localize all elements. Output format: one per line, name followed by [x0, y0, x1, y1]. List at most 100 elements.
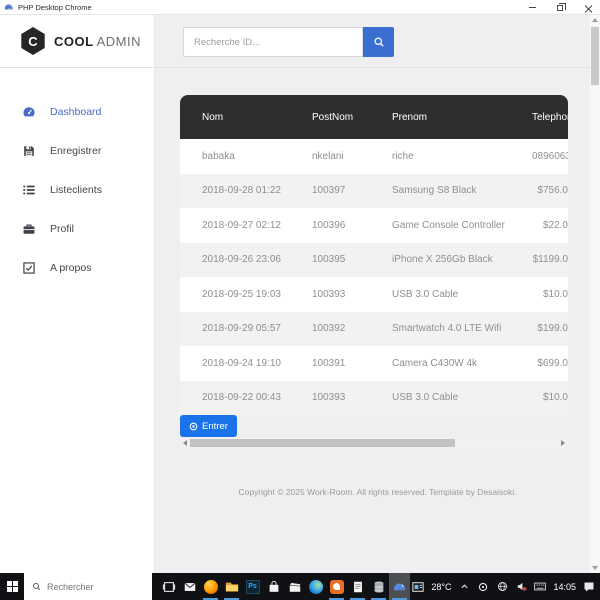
- globe-icon[interactable]: [496, 581, 508, 593]
- cell-telephone: $756.0: [532, 185, 568, 196]
- cell-nom: 2018-09-29 05:57: [180, 323, 312, 334]
- check-square-icon: [22, 261, 36, 275]
- scroll-down-icon[interactable]: [592, 566, 598, 570]
- mail-icon[interactable]: [179, 573, 200, 600]
- cell-nom: babaka: [180, 151, 312, 162]
- task-view-icon[interactable]: [158, 573, 179, 600]
- sidebar-item-label: Enregistrer: [50, 145, 101, 157]
- target-circle-icon: [189, 422, 198, 431]
- brand-logo: C COOLADMIN: [0, 15, 154, 68]
- search-input[interactable]: [183, 27, 363, 57]
- action-center-icon[interactable]: [583, 581, 595, 593]
- sidebar-item-apropos[interactable]: A propos: [0, 248, 154, 287]
- brand-hexagon-icon: C: [20, 27, 46, 55]
- vertical-scrollbar[interactable]: [590, 15, 600, 573]
- search-button[interactable]: [363, 27, 394, 57]
- clock-readout[interactable]: 14:05: [553, 582, 576, 592]
- sidebar-item-label: Dashboard: [50, 106, 101, 118]
- cell-postnom: 100393: [312, 392, 392, 403]
- status-dot-icon[interactable]: [477, 581, 489, 593]
- photoshop-icon[interactable]: Ps: [242, 573, 263, 600]
- table-row: 2018-09-28 01:22 100397 Samsung S8 Black…: [180, 174, 568, 209]
- xampp-icon[interactable]: [326, 573, 347, 600]
- table-row: 2018-09-29 05:57 100392 Smartwatch 4.0 L…: [180, 312, 568, 347]
- sidebar-item-enregistrer[interactable]: Enregistrer: [0, 131, 154, 170]
- cell-postnom: nkelani: [312, 151, 392, 162]
- window-titlebar: PHP Desktop Chrome: [0, 0, 600, 15]
- windows-taskbar: Ps 28°C: [0, 573, 600, 600]
- cell-nom: 2018-09-26 23:06: [180, 254, 312, 265]
- cell-telephone: $10.0: [532, 289, 568, 300]
- cell-postnom: 100393: [312, 289, 392, 300]
- cell-telephone: $1199.0: [532, 254, 568, 265]
- cell-prenom: riche: [392, 151, 532, 162]
- table-row: babaka nkelani riche 089606334: [180, 139, 568, 174]
- taskbar-search-input[interactable]: [47, 582, 137, 592]
- sidebar-item-profil[interactable]: Profil: [0, 209, 154, 248]
- cell-prenom: USB 3.0 Cable: [392, 392, 532, 403]
- database-icon[interactable]: [368, 573, 389, 600]
- enter-button[interactable]: Entrer: [180, 415, 237, 437]
- footer-copyright: Copyright © 2025 Work-Room. All rights r…: [155, 487, 600, 497]
- cell-postnom: 100392: [312, 323, 392, 334]
- horizontal-scroll-thumb[interactable]: [190, 439, 455, 447]
- scroll-right-icon[interactable]: [558, 438, 568, 448]
- cell-nom: 2018-09-24 19:10: [180, 358, 312, 369]
- firefox-icon[interactable]: [200, 573, 221, 600]
- chevron-up-icon[interactable]: [458, 581, 470, 593]
- table-row: 2018-09-25 19:03 100393 USB 3.0 Cable $1…: [180, 277, 568, 312]
- brand-name: COOLADMIN: [54, 34, 141, 49]
- tachometer-icon: [22, 105, 36, 119]
- minimize-icon[interactable]: [526, 2, 538, 14]
- store-icon[interactable]: [263, 573, 284, 600]
- column-header-postnom: PostNom: [312, 112, 392, 123]
- table-row: 2018-09-24 19:10 100391 Camera C430W 4k …: [180, 346, 568, 381]
- enter-button-label: Entrer: [202, 421, 228, 432]
- video-app-icon[interactable]: [284, 573, 305, 600]
- briefcase-icon: [22, 222, 36, 236]
- start-button[interactable]: [0, 573, 24, 600]
- php-elephant-icon: [4, 2, 14, 12]
- cell-postnom: 100396: [312, 220, 392, 231]
- edge-icon[interactable]: [305, 573, 326, 600]
- horizontal-scroll-track[interactable]: [190, 438, 558, 448]
- vertical-scroll-thumb[interactable]: [591, 27, 599, 85]
- temperature-readout[interactable]: 28°C: [431, 582, 451, 592]
- close-icon[interactable]: [582, 2, 594, 14]
- horizontal-scrollbar[interactable]: [180, 438, 568, 448]
- cell-telephone: $10.0: [532, 392, 568, 403]
- window-controls: [526, 0, 594, 15]
- file-explorer-icon[interactable]: [221, 573, 242, 600]
- clients-table: Nom PostNom Prenom Telephon babaka nkela…: [180, 95, 568, 415]
- cell-postnom: 100397: [312, 185, 392, 196]
- scroll-left-icon[interactable]: [180, 438, 190, 448]
- sidebar-item-label: Listeclients: [50, 184, 102, 196]
- keyboard-icon[interactable]: [534, 581, 546, 593]
- sidebar-nav: Dashboard Enregistrer: [0, 68, 154, 287]
- speaker-muted-icon[interactable]: [515, 581, 527, 593]
- cell-telephone: $199.0: [532, 323, 568, 334]
- maximize-icon[interactable]: [554, 2, 566, 14]
- text-editor-icon[interactable]: [347, 573, 368, 600]
- search-icon: [32, 582, 41, 591]
- table-row: 2018-09-27 02:12 100396 Game Console Con…: [180, 208, 568, 243]
- table-row: 2018-09-26 23:06 100395 iPhone X 256Gb B…: [180, 243, 568, 278]
- cell-nom: 2018-09-28 01:22: [180, 185, 312, 196]
- list-icon: [22, 183, 36, 197]
- table-header-row: Nom PostNom Prenom Telephon: [180, 95, 568, 139]
- cell-prenom: Camera C430W 4k: [392, 358, 532, 369]
- cell-telephone: $699.0: [532, 358, 568, 369]
- sidebar-item-dashboard[interactable]: Dashboard: [0, 92, 154, 131]
- save-icon: [22, 144, 36, 158]
- scroll-up-icon[interactable]: [590, 15, 600, 25]
- taskbar-search[interactable]: [24, 573, 152, 600]
- search-icon: [373, 36, 385, 48]
- cell-prenom: iPhone X 256Gb Black: [392, 254, 532, 265]
- windows-logo-icon: [7, 581, 18, 592]
- cell-nom: 2018-09-22 00:43: [180, 392, 312, 403]
- sidebar-item-listeclients[interactable]: Listeclients: [0, 170, 154, 209]
- column-header-telephone: Telephon: [532, 112, 568, 123]
- news-weather-icon[interactable]: [412, 581, 424, 593]
- cell-prenom: Game Console Controller: [392, 220, 532, 231]
- php-elephant-icon[interactable]: [389, 573, 410, 600]
